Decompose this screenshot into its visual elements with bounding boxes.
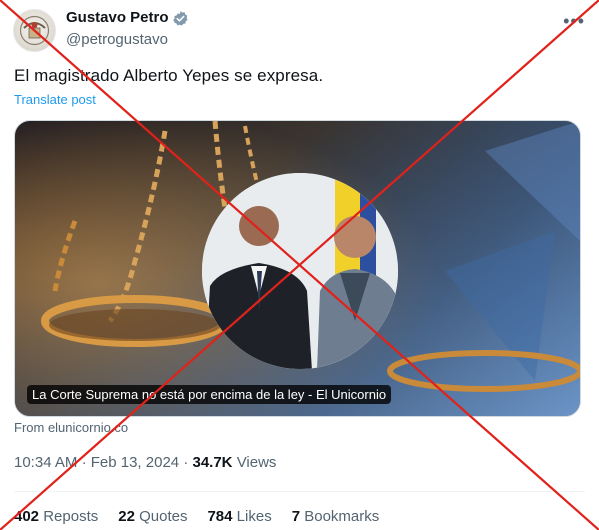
- more-options-icon[interactable]: •••: [563, 12, 585, 30]
- meta-separator: ·: [81, 454, 87, 471]
- meta-separator: ·: [183, 454, 189, 471]
- bookmarks-label: Bookmarks: [304, 508, 380, 525]
- post-avatar[interactable]: [13, 9, 56, 52]
- engagement-stats: 402 Reposts 22 Quotes 784 Likes 7 Bookma…: [14, 508, 379, 525]
- reposts-label: Reposts: [43, 508, 99, 525]
- author-name[interactable]: Gustavo Petro: [66, 9, 169, 26]
- verified-badge-icon: [173, 11, 188, 26]
- likes-stat[interactable]: 784 Likes: [207, 508, 271, 525]
- views-label: Views: [236, 454, 277, 471]
- bookmarks-count: 7: [291, 508, 301, 525]
- quotes-count: 22: [118, 508, 135, 525]
- reposts-stat[interactable]: 402 Reposts: [14, 508, 98, 525]
- card-title[interactable]: La Corte Suprema no está por encima de l…: [27, 385, 392, 404]
- author-handle[interactable]: @petrogustavo: [66, 31, 168, 48]
- reposts-count: 402: [14, 508, 40, 525]
- divider: [14, 491, 585, 492]
- post-meta: 10:34 AM · Feb 13, 2024 · 34.7K Views: [14, 454, 276, 471]
- post-text: El magistrado Alberto Yepes se expresa.: [14, 66, 324, 85]
- seal-avatar-image: [19, 15, 50, 46]
- link-preview-card[interactable]: La Corte Suprema no está por encima de l…: [14, 120, 581, 417]
- post-time[interactable]: 10:34 AM: [14, 454, 77, 471]
- likes-label: Likes: [236, 508, 272, 525]
- views-count: 34.7K: [192, 454, 233, 471]
- post-date[interactable]: Feb 13, 2024: [91, 454, 179, 471]
- bookmarks-stat[interactable]: 7 Bookmarks: [292, 508, 380, 525]
- quotes-label: Quotes: [139, 508, 188, 525]
- quotes-stat[interactable]: 22 Quotes: [118, 508, 187, 525]
- likes-count: 784: [207, 508, 233, 525]
- card-source[interactable]: From elunicornio.co: [14, 420, 128, 435]
- card-image: [15, 121, 580, 416]
- translate-post-link[interactable]: Translate post: [14, 92, 96, 107]
